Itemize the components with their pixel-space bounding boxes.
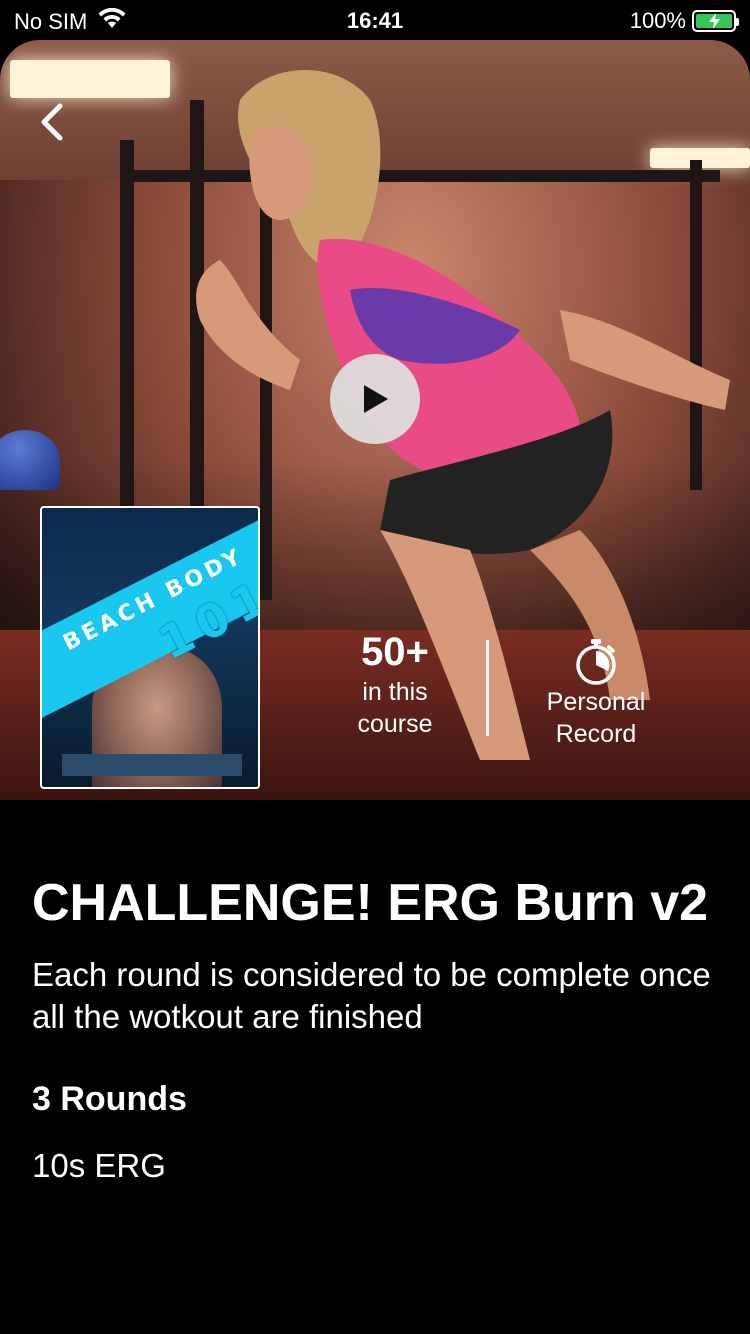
ceiling-light — [10, 60, 170, 98]
course-cover-image[interactable]: BEACH BODY 101 — [40, 506, 260, 789]
stopwatch-icon — [520, 630, 672, 686]
battery-charging-icon — [692, 10, 739, 32]
exercise-ball — [0, 430, 60, 490]
course-count-value: 50+ — [361, 630, 429, 674]
workout-content: CHALLENGE! ERG Burn v2 Each round is con… — [32, 872, 722, 1186]
play-icon — [364, 385, 388, 413]
hero-image: BEACH BODY 101 50+ in this course Person… — [0, 40, 750, 800]
record-label-2: Record — [555, 720, 637, 748]
course-count-stat: 50+ in this course — [330, 628, 460, 740]
rounds-heading: 3 Rounds — [32, 1080, 187, 1118]
workout-description: Each round is considered to be complete … — [32, 956, 711, 1035]
course-count-label-1: in this — [362, 678, 428, 706]
cover-waistband — [62, 754, 242, 776]
record-label-1: Personal — [546, 688, 646, 716]
workout-detail-screen: No SIM 16:41 100% BEACH BODY 101 50+ in … — [0, 0, 750, 1334]
battery-percent: 100% — [629, 8, 686, 33]
status-right: 100% — [629, 8, 739, 34]
stat-divider — [486, 640, 489, 736]
course-count-label-2: course — [357, 710, 433, 738]
status-bar: No SIM 16:41 100% — [0, 0, 750, 40]
personal-record-button[interactable]: Personal Record — [520, 630, 672, 750]
back-button[interactable] — [30, 100, 74, 144]
exercise-item[interactable]: 10s ERG — [32, 1146, 722, 1186]
chevron-left-icon — [41, 103, 63, 141]
workout-title: CHALLENGE! ERG Burn v2 — [32, 874, 709, 932]
play-button[interactable] — [330, 354, 420, 444]
